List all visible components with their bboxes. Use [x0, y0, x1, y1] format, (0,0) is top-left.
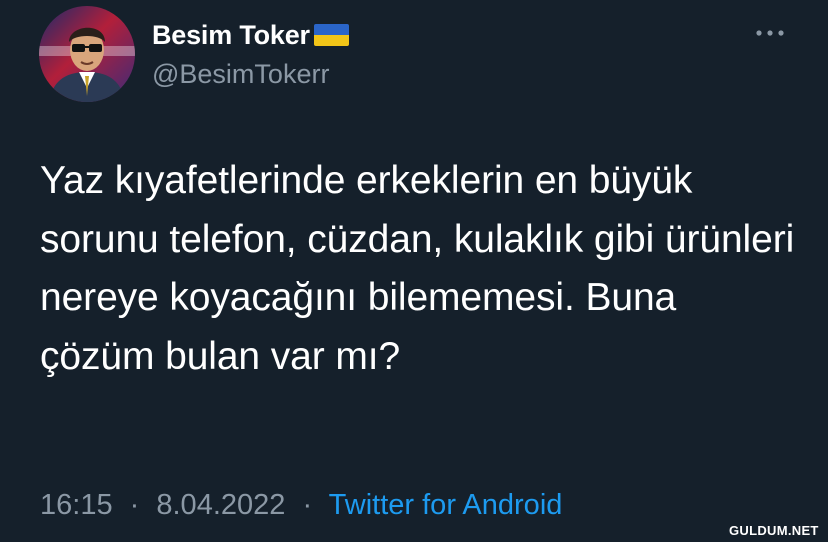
- meta-separator: ·: [302, 489, 313, 521]
- author-name-row[interactable]: Besim Toker: [152, 17, 349, 53]
- meta-separator: ·: [129, 489, 140, 521]
- ukraine-flag-icon: [313, 24, 349, 46]
- tweet-source-link[interactable]: Twitter for Android: [329, 489, 563, 521]
- tweet-meta: 16:15 · 8.04.2022 · Twitter for Android: [40, 489, 562, 522]
- cartoon-avatar-icon: [39, 6, 135, 102]
- display-name[interactable]: Besim Toker: [152, 20, 310, 51]
- tweet-text: Yaz kıyafetlerinde erkeklerin en büyük s…: [40, 159, 795, 378]
- more-options-button[interactable]: [752, 21, 788, 45]
- avatar[interactable]: [39, 6, 135, 102]
- tweet-time[interactable]: 16:15: [40, 489, 113, 521]
- user-handle[interactable]: @BesimTokerr: [152, 59, 329, 90]
- watermark: GULDUM.NET: [729, 523, 819, 538]
- ellipsis-icon: [756, 30, 784, 36]
- tweet-date[interactable]: 8.04.2022: [156, 489, 285, 521]
